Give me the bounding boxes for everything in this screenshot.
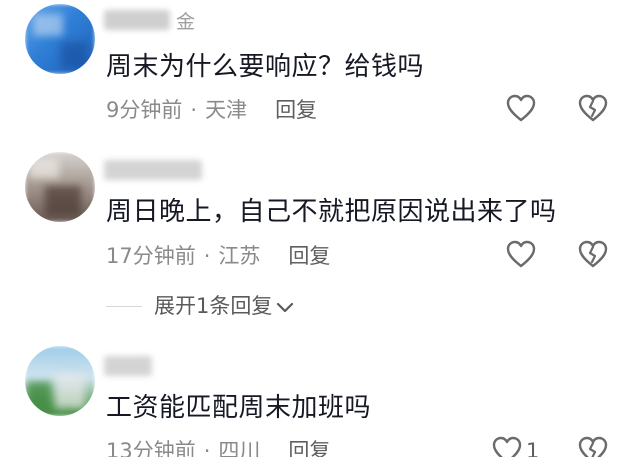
comment-time: 9分钟前 — [106, 98, 183, 122]
comment-meta: 13分钟前 · 四川 回复 — [106, 438, 330, 457]
comment-text: 周末为什么要响应？给钱吗 — [106, 52, 425, 82]
reply-button[interactable]: 回复 — [288, 439, 330, 457]
avatar[interactable] — [25, 346, 95, 416]
comment-time: 13分钟前 — [106, 439, 196, 457]
expand-replies-button[interactable]: 展开1条回复 — [154, 293, 294, 320]
like-count: 1 — [526, 439, 540, 457]
reply-button[interactable]: 回复 — [288, 244, 330, 268]
username-blurred — [104, 10, 170, 30]
avatar[interactable] — [25, 152, 95, 222]
meta-separator: · — [203, 244, 211, 268]
heart-outline-icon[interactable] — [506, 240, 536, 268]
meta-separator: · — [203, 439, 211, 457]
comment-list: 金 周末为什么要响应？给钱吗 9分钟前 · 天津 回复 周日晚上，自己不就把原因说出来… — [0, 0, 636, 457]
comment-location: 天津 — [205, 98, 248, 122]
expand-replies-label: 展开1条回复 — [154, 294, 273, 318]
comment-location: 四川 — [218, 439, 261, 457]
broken-heart-icon[interactable] — [578, 436, 608, 457]
expand-divider — [106, 306, 142, 307]
chevron-down-icon — [276, 294, 294, 320]
username-blurred — [104, 160, 202, 180]
comment-time: 17分钟前 — [106, 244, 196, 268]
username-blurred — [104, 356, 152, 376]
meta-separator: · — [190, 98, 198, 122]
broken-heart-icon[interactable] — [578, 240, 608, 268]
reply-button[interactable]: 回复 — [275, 98, 317, 122]
username-visible: 金 — [176, 11, 196, 33]
heart-outline-icon[interactable] — [506, 94, 536, 122]
comment-text: 工资能匹配周末加班吗 — [106, 393, 372, 423]
comment-meta: 9分钟前 · 天津 回复 — [106, 97, 317, 123]
comment-meta: 17分钟前 · 江苏 回复 — [106, 243, 330, 269]
heart-outline-icon[interactable] — [492, 436, 522, 457]
comment-text: 周日晚上，自己不就把原因说出来了吗 — [106, 197, 557, 227]
avatar[interactable] — [25, 4, 95, 74]
broken-heart-icon[interactable] — [578, 94, 608, 122]
comment-location: 江苏 — [218, 244, 261, 268]
